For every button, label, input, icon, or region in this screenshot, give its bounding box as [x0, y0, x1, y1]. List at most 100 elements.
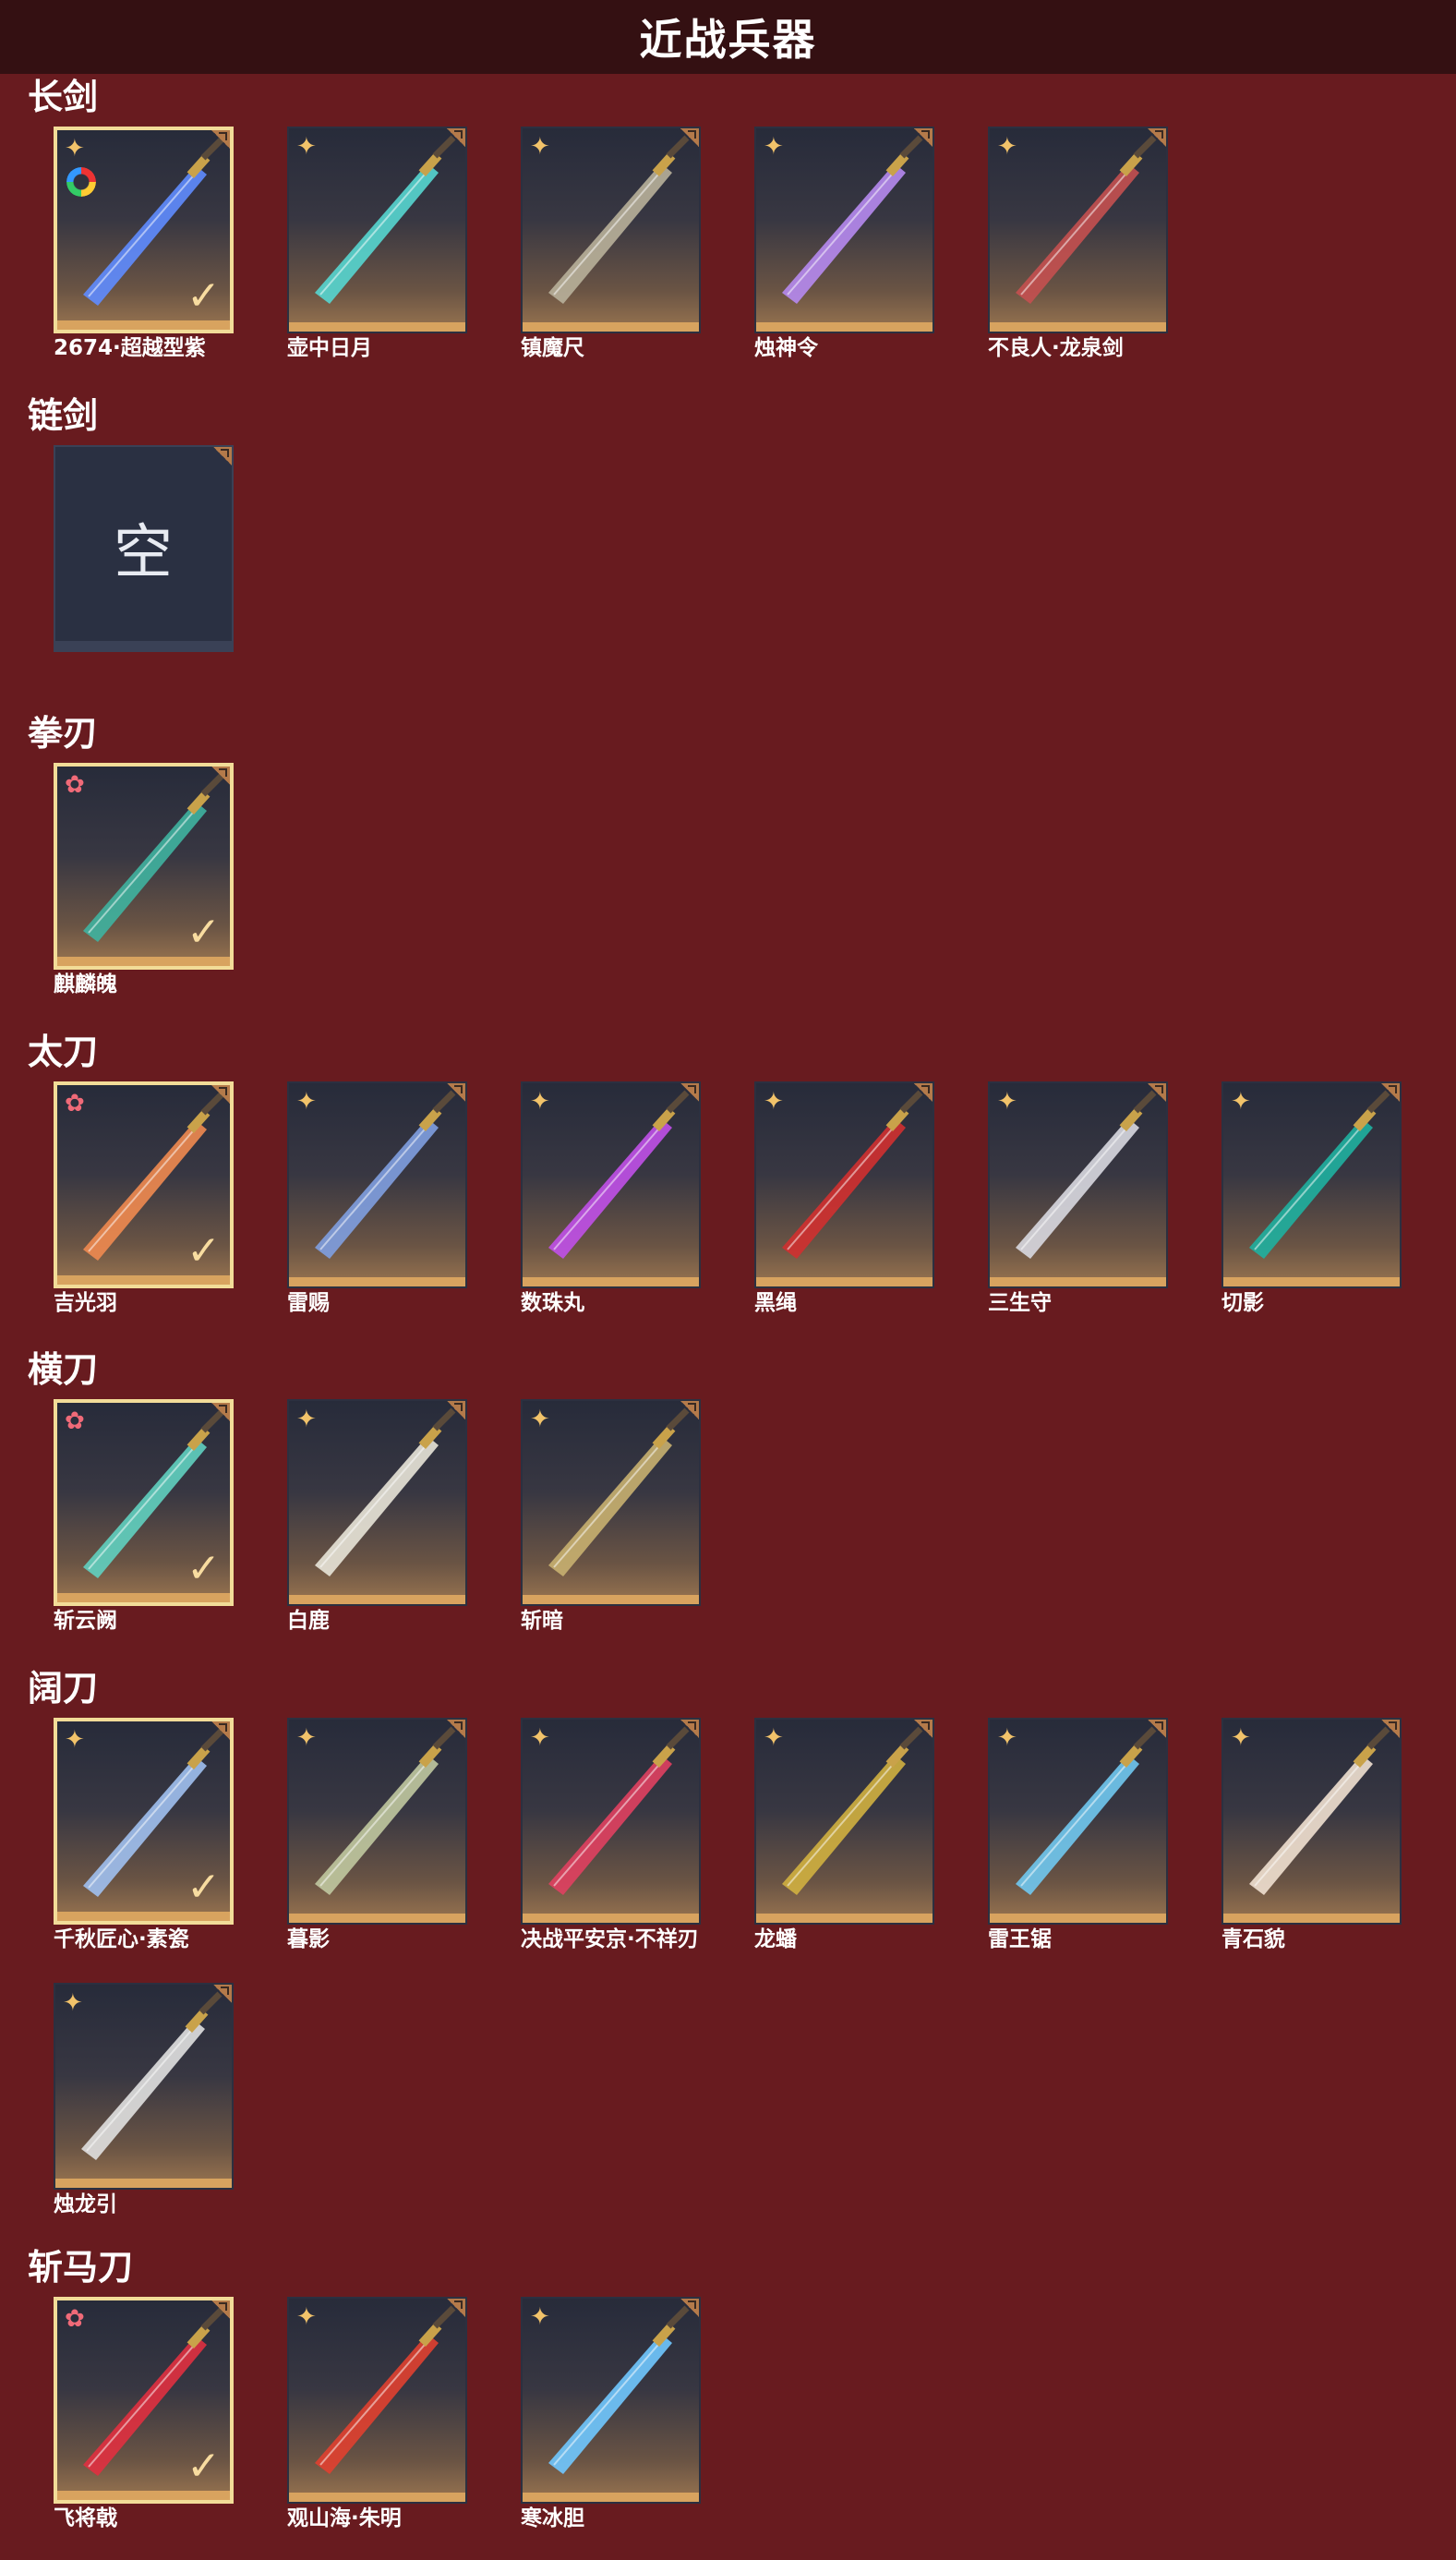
weapon-frame: ✦	[521, 1399, 701, 1606]
gold-star-icon: ✦	[997, 133, 1017, 161]
weapon-frame: ✦	[988, 127, 1168, 333]
weapon-name: 三生守	[988, 1291, 1052, 1315]
weapon-card[interactable]: ✿ ✓ 麒麟魄	[54, 763, 234, 1003]
color-ring-icon	[66, 167, 96, 197]
weapon-card[interactable]: ✦ 烛龙引	[54, 1983, 234, 2223]
corner-tab-icon	[211, 1721, 230, 1741]
gold-star-icon: ✦	[530, 1724, 550, 1752]
weapon-frame: ✦	[754, 1718, 934, 1925]
weapon-card[interactable]: ✦ 不良人·龙泉剑	[988, 127, 1168, 367]
section-title: 链剑	[28, 395, 99, 436]
gold-star-icon: ✦	[1231, 1724, 1251, 1752]
corner-tab-icon	[446, 1401, 465, 1420]
weapon-card[interactable]: ✦ 雷王锯	[988, 1718, 1168, 1958]
section-title: 拳刃	[28, 713, 99, 754]
weapon-name: 雷王锯	[988, 1927, 1052, 1951]
weapon-card[interactable]: ✦ 切影	[1221, 1081, 1402, 1322]
gold-star-icon: ✦	[764, 1724, 784, 1752]
corner-tab-icon	[1380, 1720, 1400, 1739]
corner-tab-icon	[446, 1083, 465, 1103]
gold-star-icon: ✦	[296, 2303, 317, 2331]
weapon-frame: ✦	[521, 127, 701, 333]
weapon-frame: ✦	[1221, 1718, 1402, 1925]
gold-star-icon: ✦	[764, 1088, 784, 1116]
red-star-icon: ✿	[65, 771, 85, 799]
weapon-name: 斩暗	[521, 1609, 563, 1633]
corner-tab-icon	[913, 1083, 933, 1103]
weapon-frame: ✦	[287, 1081, 467, 1288]
gold-star-icon: ✦	[764, 133, 784, 161]
weapon-name: 烛神令	[754, 336, 818, 360]
weapon-name: 飞将戟	[54, 2506, 117, 2530]
weapon-card[interactable]: ✦ 壶中日月	[287, 127, 467, 367]
check-icon: ✓	[187, 272, 221, 320]
weapon-card[interactable]: ✦ 龙蟠	[754, 1718, 934, 1958]
gold-star-icon: ✦	[296, 133, 317, 161]
weapon-name: 青石貌	[1221, 1927, 1285, 1951]
weapon-card[interactable]: ✦ 三生守	[988, 1081, 1168, 1322]
gold-star-icon: ✦	[63, 1989, 83, 2017]
weapon-card[interactable]: ✦ 白鹿	[287, 1399, 467, 1639]
weapon-frame: ✿ ✓	[54, 2297, 234, 2504]
weapon-card[interactable]: ✦ 暮影	[287, 1718, 467, 1958]
gold-star-icon: ✦	[997, 1724, 1017, 1752]
empty-slot-text: 空	[114, 519, 173, 587]
weapon-name: 寒冰胆	[521, 2506, 584, 2530]
weapon-name: 2674·超越型紫	[54, 336, 206, 360]
weapon-card[interactable]: ✦ 观山海·朱明	[287, 2297, 467, 2537]
gold-star-icon: ✦	[296, 1724, 317, 1752]
weapon-name: 白鹿	[287, 1609, 330, 1633]
weapon-name: 暮影	[287, 1927, 330, 1951]
weapon-card[interactable]: ✿ ✓ 斩云阙	[54, 1399, 234, 1639]
weapon-card[interactable]: ✿ ✓ 飞将戟	[54, 2297, 234, 2537]
section-title: 横刀	[28, 1349, 99, 1390]
weapon-frame: ✦	[988, 1081, 1168, 1288]
weapon-card[interactable]: ✦ ✓ 2674·超越型紫	[54, 127, 234, 367]
gold-star-icon: ✦	[530, 1406, 550, 1433]
gold-star-icon: ✦	[530, 2303, 550, 2331]
weapon-frame: ✦	[988, 1718, 1168, 1925]
corner-tab-icon	[1147, 1720, 1166, 1739]
weapon-card[interactable]: ✦ 黑绳	[754, 1081, 934, 1322]
empty-weapon-slot[interactable]: 空	[54, 445, 234, 685]
weapon-frame: ✦	[754, 127, 934, 333]
weapon-card[interactable]: ✦ 烛神令	[754, 127, 934, 367]
weapon-card[interactable]: ✦ 青石貌	[1221, 1718, 1402, 1958]
weapon-frame: ✦	[287, 2297, 467, 2504]
weapon-card[interactable]: ✦ 寒冰胆	[521, 2297, 701, 2537]
weapon-name: 吉光羽	[54, 1291, 117, 1315]
corner-tab-icon	[1147, 1083, 1166, 1103]
weapon-frame: ✦ ✓	[54, 127, 234, 333]
weapon-name: 烛龙引	[54, 2192, 117, 2216]
corner-tab-icon	[211, 1403, 230, 1422]
weapon-card[interactable]: ✿ ✓ 吉光羽	[54, 1081, 234, 1322]
red-star-icon: ✿	[65, 2305, 85, 2333]
gold-star-icon: ✦	[65, 1726, 85, 1754]
weapon-frame: ✦ ✓	[54, 1718, 234, 1925]
corner-tab-icon	[680, 1083, 699, 1103]
weapon-card[interactable]: ✦ 镇魔尺	[521, 127, 701, 367]
weapon-frame: ✦	[521, 2297, 701, 2504]
weapon-frame: ✦	[521, 1081, 701, 1288]
corner-tab-icon	[211, 2300, 230, 2320]
red-star-icon: ✿	[65, 1090, 85, 1117]
gold-star-icon: ✦	[296, 1088, 317, 1116]
gold-star-icon: ✦	[1231, 1088, 1251, 1116]
weapon-card[interactable]: ✦ 斩暗	[521, 1399, 701, 1639]
weapon-card[interactable]: ✦ 数珠丸	[521, 1081, 701, 1322]
check-icon: ✓	[187, 1545, 221, 1592]
weapon-card[interactable]: ✦ 决战平安京·不祥刃	[521, 1718, 701, 1958]
weapon-card[interactable]: ✦ ✓ 千秋匠心·素瓷	[54, 1718, 234, 1958]
corner-tab-icon	[680, 1720, 699, 1739]
weapon-frame: ✿ ✓	[54, 1081, 234, 1288]
weapon-name: 壶中日月	[287, 336, 372, 360]
weapon-card[interactable]: ✦ 雷赐	[287, 1081, 467, 1322]
check-icon: ✓	[187, 1864, 221, 1911]
weapon-frame: ✦	[287, 1399, 467, 1606]
weapon-name: 切影	[1221, 1291, 1264, 1315]
weapon-name: 麒麟魄	[54, 972, 117, 996]
corner-tab-icon	[913, 128, 933, 148]
weapon-name: 黑绳	[754, 1291, 797, 1315]
gold-star-icon: ✦	[296, 1406, 317, 1433]
section-title: 阔刀	[28, 1668, 99, 1709]
